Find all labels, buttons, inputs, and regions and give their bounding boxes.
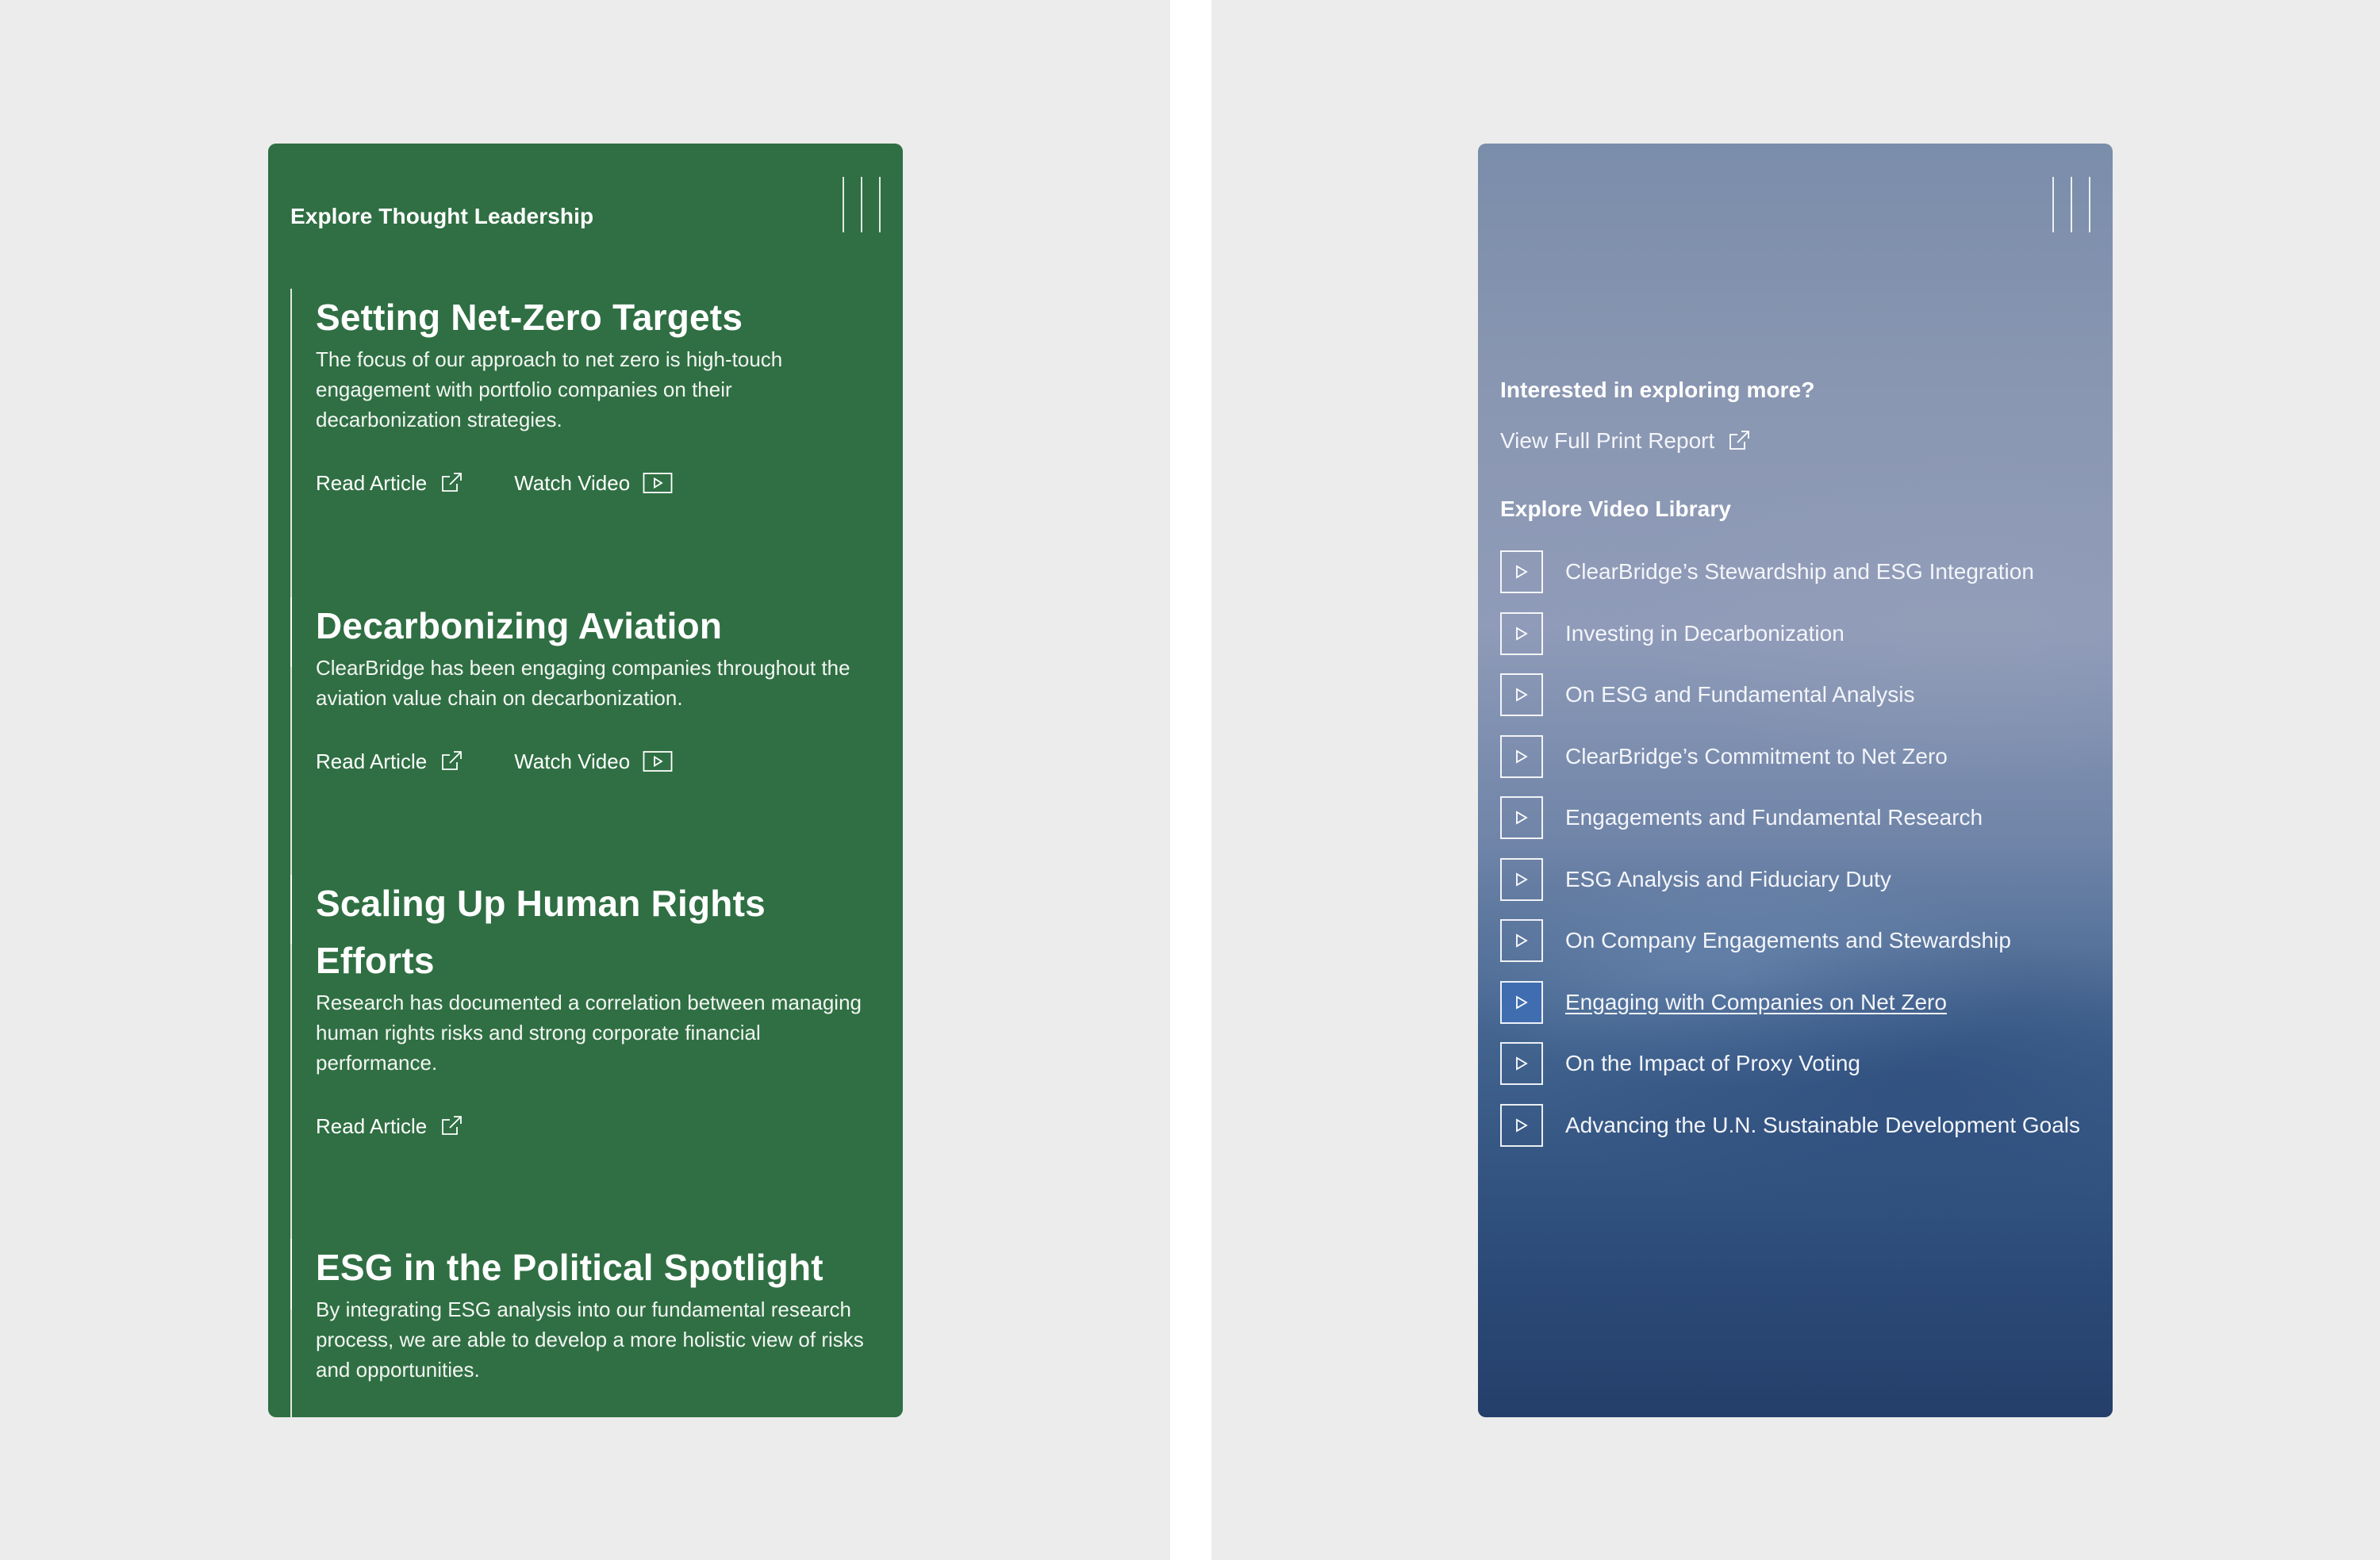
video-play-icon bbox=[643, 473, 673, 493]
play-icon bbox=[1500, 1103, 1543, 1147]
video-label: Advancing the U.N. Sustainable Developme… bbox=[1565, 1112, 2081, 1137]
video-label: Investing in Decarbonization bbox=[1565, 620, 1844, 646]
watch-video-link[interactable]: Watch Video bbox=[514, 749, 673, 774]
thought-leadership-panel: Explore Thought Leadership Setting Net-Z… bbox=[268, 144, 903, 1417]
video-label: On the Impact of Proxy Voting bbox=[1565, 1051, 1860, 1075]
read-article-link[interactable]: Read Article bbox=[316, 1114, 463, 1139]
video-item[interactable]: Investing in Decarbonization bbox=[1500, 611, 2080, 656]
external-link-icon bbox=[1729, 431, 1750, 450]
video-play-icon bbox=[643, 751, 673, 772]
video-item[interactable]: On ESG and Fundamental Analysis bbox=[1500, 673, 2080, 717]
play-icon bbox=[1500, 673, 1543, 716]
watch-video-label: Watch Video bbox=[514, 470, 631, 495]
watch-video-link[interactable]: Watch Video bbox=[514, 471, 673, 496]
play-icon bbox=[1500, 980, 1543, 1024]
video-label: On Company Engagements and Stewardship bbox=[1565, 928, 2011, 952]
article-description: By integrating ESG analysis into our fun… bbox=[316, 1297, 864, 1382]
video-item[interactable]: Advancing the U.N. Sustainable Developme… bbox=[1500, 1103, 2080, 1148]
report-link-label: View Full Print Report bbox=[1500, 428, 1715, 453]
menu-lines-icon[interactable] bbox=[2052, 177, 2092, 232]
video-item[interactable]: ClearBridge’s Commitment to Net Zero bbox=[1500, 734, 2080, 779]
section-heading-thought-leadership: Explore Thought Leadership bbox=[290, 204, 594, 228]
video-label: On ESG and Fundamental Analysis bbox=[1565, 682, 1915, 707]
article-description: The focus of our approach to net zero is… bbox=[316, 347, 783, 431]
read-article-label: Read Article bbox=[316, 1113, 428, 1138]
play-icon bbox=[1500, 550, 1543, 593]
external-link-icon bbox=[442, 751, 463, 770]
explore-more-heading: Interested in exploring more? bbox=[1500, 378, 1815, 402]
watch-video-label: Watch Video bbox=[514, 749, 631, 773]
read-article-link[interactable]: Read Article bbox=[316, 471, 463, 496]
article-links: Read Article Watch Video bbox=[316, 746, 882, 777]
video-label: ClearBridge’s Commitment to Net Zero bbox=[1565, 743, 1948, 769]
menu-lines-icon[interactable] bbox=[843, 177, 882, 232]
video-item[interactable]: On the Impact of Proxy Voting bbox=[1500, 1041, 2080, 1086]
external-link-icon bbox=[442, 473, 463, 492]
video-library-panel: Interested in exploring more? View Full … bbox=[1478, 144, 2113, 1417]
read-article-label: Read Article bbox=[316, 749, 428, 773]
video-item[interactable]: ClearBridge’s Stewardship and ESG Integr… bbox=[1500, 550, 2080, 594]
video-label: Engagements and Fundamental Research bbox=[1565, 805, 1983, 830]
view-full-print-report-link[interactable]: View Full Print Report bbox=[1500, 428, 1751, 454]
video-item-active[interactable]: Engaging with Companies on Net Zero bbox=[1500, 980, 2080, 1025]
video-library-heading: Explore Video Library bbox=[1500, 496, 1732, 521]
play-icon bbox=[1500, 857, 1543, 901]
read-article-link[interactable]: Read Article bbox=[316, 749, 463, 774]
article-political-spotlight: ESG in the Political Spotlight By integr… bbox=[290, 1239, 882, 1417]
article-description: Research has documented a correlation be… bbox=[316, 991, 862, 1075]
play-icon bbox=[1500, 611, 1543, 655]
video-label: ClearBridge’s Stewardship and ESG Integr… bbox=[1565, 559, 2034, 584]
article-description: ClearBridge has been engaging companies … bbox=[316, 656, 850, 710]
video-item[interactable]: Engagements and Fundamental Research bbox=[1500, 795, 2080, 840]
video-label: ESG Analysis and Fiduciary Duty bbox=[1565, 866, 1891, 891]
video-item[interactable]: On Company Engagements and Stewardship bbox=[1500, 918, 2080, 963]
read-article-label: Read Article bbox=[316, 470, 428, 495]
external-link-icon bbox=[442, 1116, 463, 1135]
article-links: Read Article bbox=[316, 1110, 882, 1142]
video-list: ClearBridge’s Stewardship and ESG Integr… bbox=[1500, 550, 2080, 1164]
article-title: Scaling Up Human Rights Efforts bbox=[316, 883, 766, 981]
play-icon bbox=[1500, 734, 1543, 778]
play-icon bbox=[1500, 796, 1543, 839]
article-title: ESG in the Political Spotlight bbox=[316, 1247, 823, 1288]
video-label: Engaging with Companies on Net Zero bbox=[1565, 989, 1947, 1014]
video-item[interactable]: ESG Analysis and Fiduciary Duty bbox=[1500, 857, 2080, 902]
article-title: Setting Net-Zero Targets bbox=[316, 297, 743, 338]
article-title: Decarbonizing Aviation bbox=[316, 605, 723, 646]
article-links: Read Article Watch Video bbox=[316, 467, 882, 499]
play-icon bbox=[1500, 919, 1543, 962]
play-icon bbox=[1500, 1042, 1543, 1085]
